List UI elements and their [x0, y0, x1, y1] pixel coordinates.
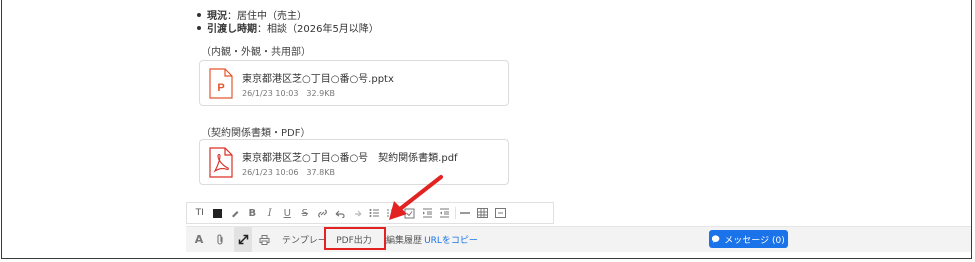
table-icon[interactable] [474, 203, 492, 223]
pdf-file-icon [209, 147, 233, 178]
file-meta: 26/1/23 10:06 37.8KB [242, 168, 335, 177]
section-title-photos: （内観・外観・共用部） [201, 47, 311, 58]
template-button[interactable]: テンプレー [282, 227, 327, 252]
bullet-list-icon[interactable] [366, 203, 384, 223]
status-handover-label: 引渡し時期 [207, 24, 257, 35]
status-line-handover: 引渡し時期：相談（2026年5月以降） [197, 20, 379, 35]
copy-url-button[interactable]: URLをコピー [424, 227, 478, 252]
print-icon[interactable] [256, 227, 272, 252]
pptx-file-icon: P [209, 68, 233, 99]
file-card-pptx[interactable]: P 東京都港区芝○丁目○番○号.pptx 26/1/23 10:03 32.9K… [199, 60, 509, 106]
attach-icon[interactable] [213, 227, 227, 252]
file-name[interactable]: 東京都港区芝○丁目○番○号 契約関係書類.pdf [242, 149, 458, 164]
font-button[interactable]: A [192, 227, 206, 252]
file-name[interactable]: 東京都港区芝○丁目○番○号.pptx [242, 70, 394, 85]
bullet-icon [197, 26, 201, 30]
file-meta: 26/1/23 10:03 32.9KB [242, 89, 335, 98]
message-button[interactable]: メッセージ (0) [709, 230, 788, 248]
pen-icon[interactable] [226, 203, 244, 223]
bullet-icon [197, 13, 201, 17]
numbered-list-icon[interactable] [384, 203, 402, 223]
underline-button[interactable]: U [279, 203, 297, 223]
indent-icon[interactable] [419, 203, 437, 223]
bottom-toolbar: A テンプレー PDF出力 編集履歴 URLをコピー [186, 226, 971, 252]
text-size-button[interactable]: TI [191, 203, 209, 223]
format-toolbar: TI B I U S [186, 202, 554, 224]
highlight-box [324, 227, 386, 250]
redo-icon[interactable] [349, 203, 367, 223]
checklist-icon[interactable] [401, 203, 419, 223]
message-button-label: メッセージ (0) [724, 235, 785, 246]
bold-button[interactable]: B [244, 203, 262, 223]
edit-history-button[interactable]: 編集履歴 [386, 227, 424, 252]
collapse-icon[interactable] [492, 203, 510, 223]
svg-text:P: P [217, 82, 224, 94]
expand-icon[interactable] [234, 227, 252, 252]
strike-button[interactable]: S [296, 203, 314, 223]
undo-icon[interactable] [331, 203, 349, 223]
italic-button[interactable]: I [261, 203, 279, 223]
link-icon[interactable] [314, 203, 332, 223]
outdent-icon[interactable] [436, 203, 454, 223]
chat-bubble-icon [712, 234, 720, 243]
status-handover-value: ：相談（2026年5月以降） [257, 24, 379, 35]
toolbar-separator [454, 207, 456, 219]
file-card-pdf[interactable]: 東京都港区芝○丁目○番○号 契約関係書類.pdf 26/1/23 10:06 3… [199, 139, 509, 185]
section-title-contracts: （契約関係書類・PDF） [201, 128, 311, 139]
horizontal-rule-icon[interactable] [457, 203, 475, 223]
text-color-button[interactable] [209, 203, 227, 223]
